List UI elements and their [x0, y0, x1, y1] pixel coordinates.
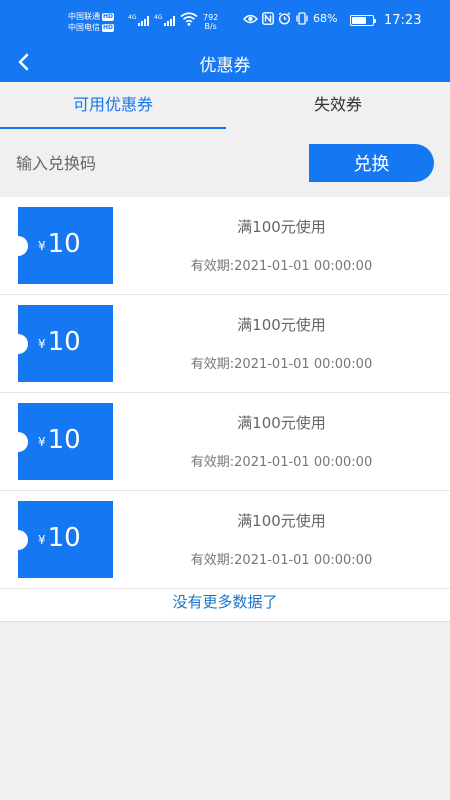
vibrate-icon: [296, 12, 308, 25]
coupon-amount-value: 10: [47, 327, 81, 357]
eye-icon: [243, 14, 258, 23]
coupon-value-block: ¥10: [18, 207, 113, 284]
status-bar: 中国联通 HD 中国电信 HD 4G 4G 792 B/s 68% 17:23: [0, 0, 450, 42]
signal-icon-2: 4G: [154, 14, 176, 26]
clock: 17:23: [384, 13, 422, 28]
currency-symbol: ¥: [38, 239, 46, 253]
coupon-amount: ¥10: [38, 523, 81, 553]
coupon-amount-value: 10: [47, 229, 81, 259]
coupon-amount: ¥10: [38, 229, 81, 259]
currency-symbol: ¥: [38, 533, 46, 547]
battery-percent: 68%: [313, 12, 338, 25]
nfc-icon: [262, 12, 274, 25]
network-type-2: 4G: [154, 14, 163, 21]
coupon-card[interactable]: ¥10 满100元使用 有效期:2021-01-01 00:00:00: [0, 491, 450, 589]
coupon-condition: 满100元使用: [237, 512, 326, 530]
coupon-amount-value: 10: [47, 425, 81, 455]
coupon-card[interactable]: ¥10 满100元使用 有效期:2021-01-01 00:00:00: [0, 295, 450, 393]
coupon-notch: [18, 334, 28, 354]
currency-symbol: ¥: [38, 337, 46, 351]
coupon-validity: 有效期:2021-01-01 00:00:00: [190, 553, 373, 568]
carrier-info: 中国联通 HD 中国电信 HD: [68, 11, 115, 33]
coupon-condition: 满100元使用: [237, 218, 326, 236]
alarm-icon: [278, 12, 291, 25]
coupon-validity: 有效期:2021-01-01 00:00:00: [190, 357, 373, 372]
tab-active-indicator: [0, 127, 226, 129]
carrier-1: 中国联通: [68, 12, 100, 21]
no-more-data-text: 没有更多数据了: [0, 589, 450, 622]
currency-symbol: ¥: [38, 435, 46, 449]
tab-available-coupons[interactable]: 可用优惠券: [0, 82, 226, 130]
coupon-amount: ¥10: [38, 327, 81, 357]
network-type-1: 4G: [128, 14, 137, 21]
status-icons: 68%: [243, 12, 337, 25]
wifi-icon: [180, 12, 198, 26]
coupon-notch: [18, 530, 28, 550]
battery-icon: [350, 15, 376, 26]
coupon-card[interactable]: ¥10 满100元使用 有效期:2021-01-01 00:00:00: [0, 393, 450, 491]
signal-icon: 4G: [128, 14, 150, 26]
tab-bar: 可用优惠券 失效券: [0, 82, 450, 130]
coupon-amount-value: 10: [47, 523, 81, 553]
network-speed: 792 B/s: [203, 13, 219, 31]
redeem-button[interactable]: 兑换: [309, 144, 434, 182]
coupon-amount: ¥10: [38, 425, 81, 455]
coupon-card[interactable]: ¥10 满100元使用 有效期:2021-01-01 00:00:00: [0, 197, 450, 295]
coupon-list: ¥10 满100元使用 有效期:2021-01-01 00:00:00 ¥10 …: [0, 197, 450, 622]
tab-expired-coupons[interactable]: 失效券: [226, 82, 450, 130]
page-title: 优惠券: [199, 56, 251, 76]
coupon-condition: 满100元使用: [237, 414, 326, 432]
coupon-notch: [18, 236, 28, 256]
carrier-2: 中国电信: [68, 23, 100, 32]
coupon-value-block: ¥10: [18, 501, 113, 578]
redeem-section: 兑换: [0, 131, 450, 196]
title-bar: 优惠券: [0, 42, 450, 82]
coupon-value-block: ¥10: [18, 403, 113, 480]
hd-badge-2: HD: [102, 24, 115, 32]
coupon-validity: 有效期:2021-01-01 00:00:00: [190, 455, 373, 470]
coupon-notch: [18, 432, 28, 452]
coupon-condition: 满100元使用: [237, 316, 326, 334]
coupon-value-block: ¥10: [18, 305, 113, 382]
hd-badge-1: HD: [102, 13, 115, 21]
coupon-validity: 有效期:2021-01-01 00:00:00: [190, 259, 373, 274]
redeem-code-input[interactable]: [16, 143, 286, 183]
